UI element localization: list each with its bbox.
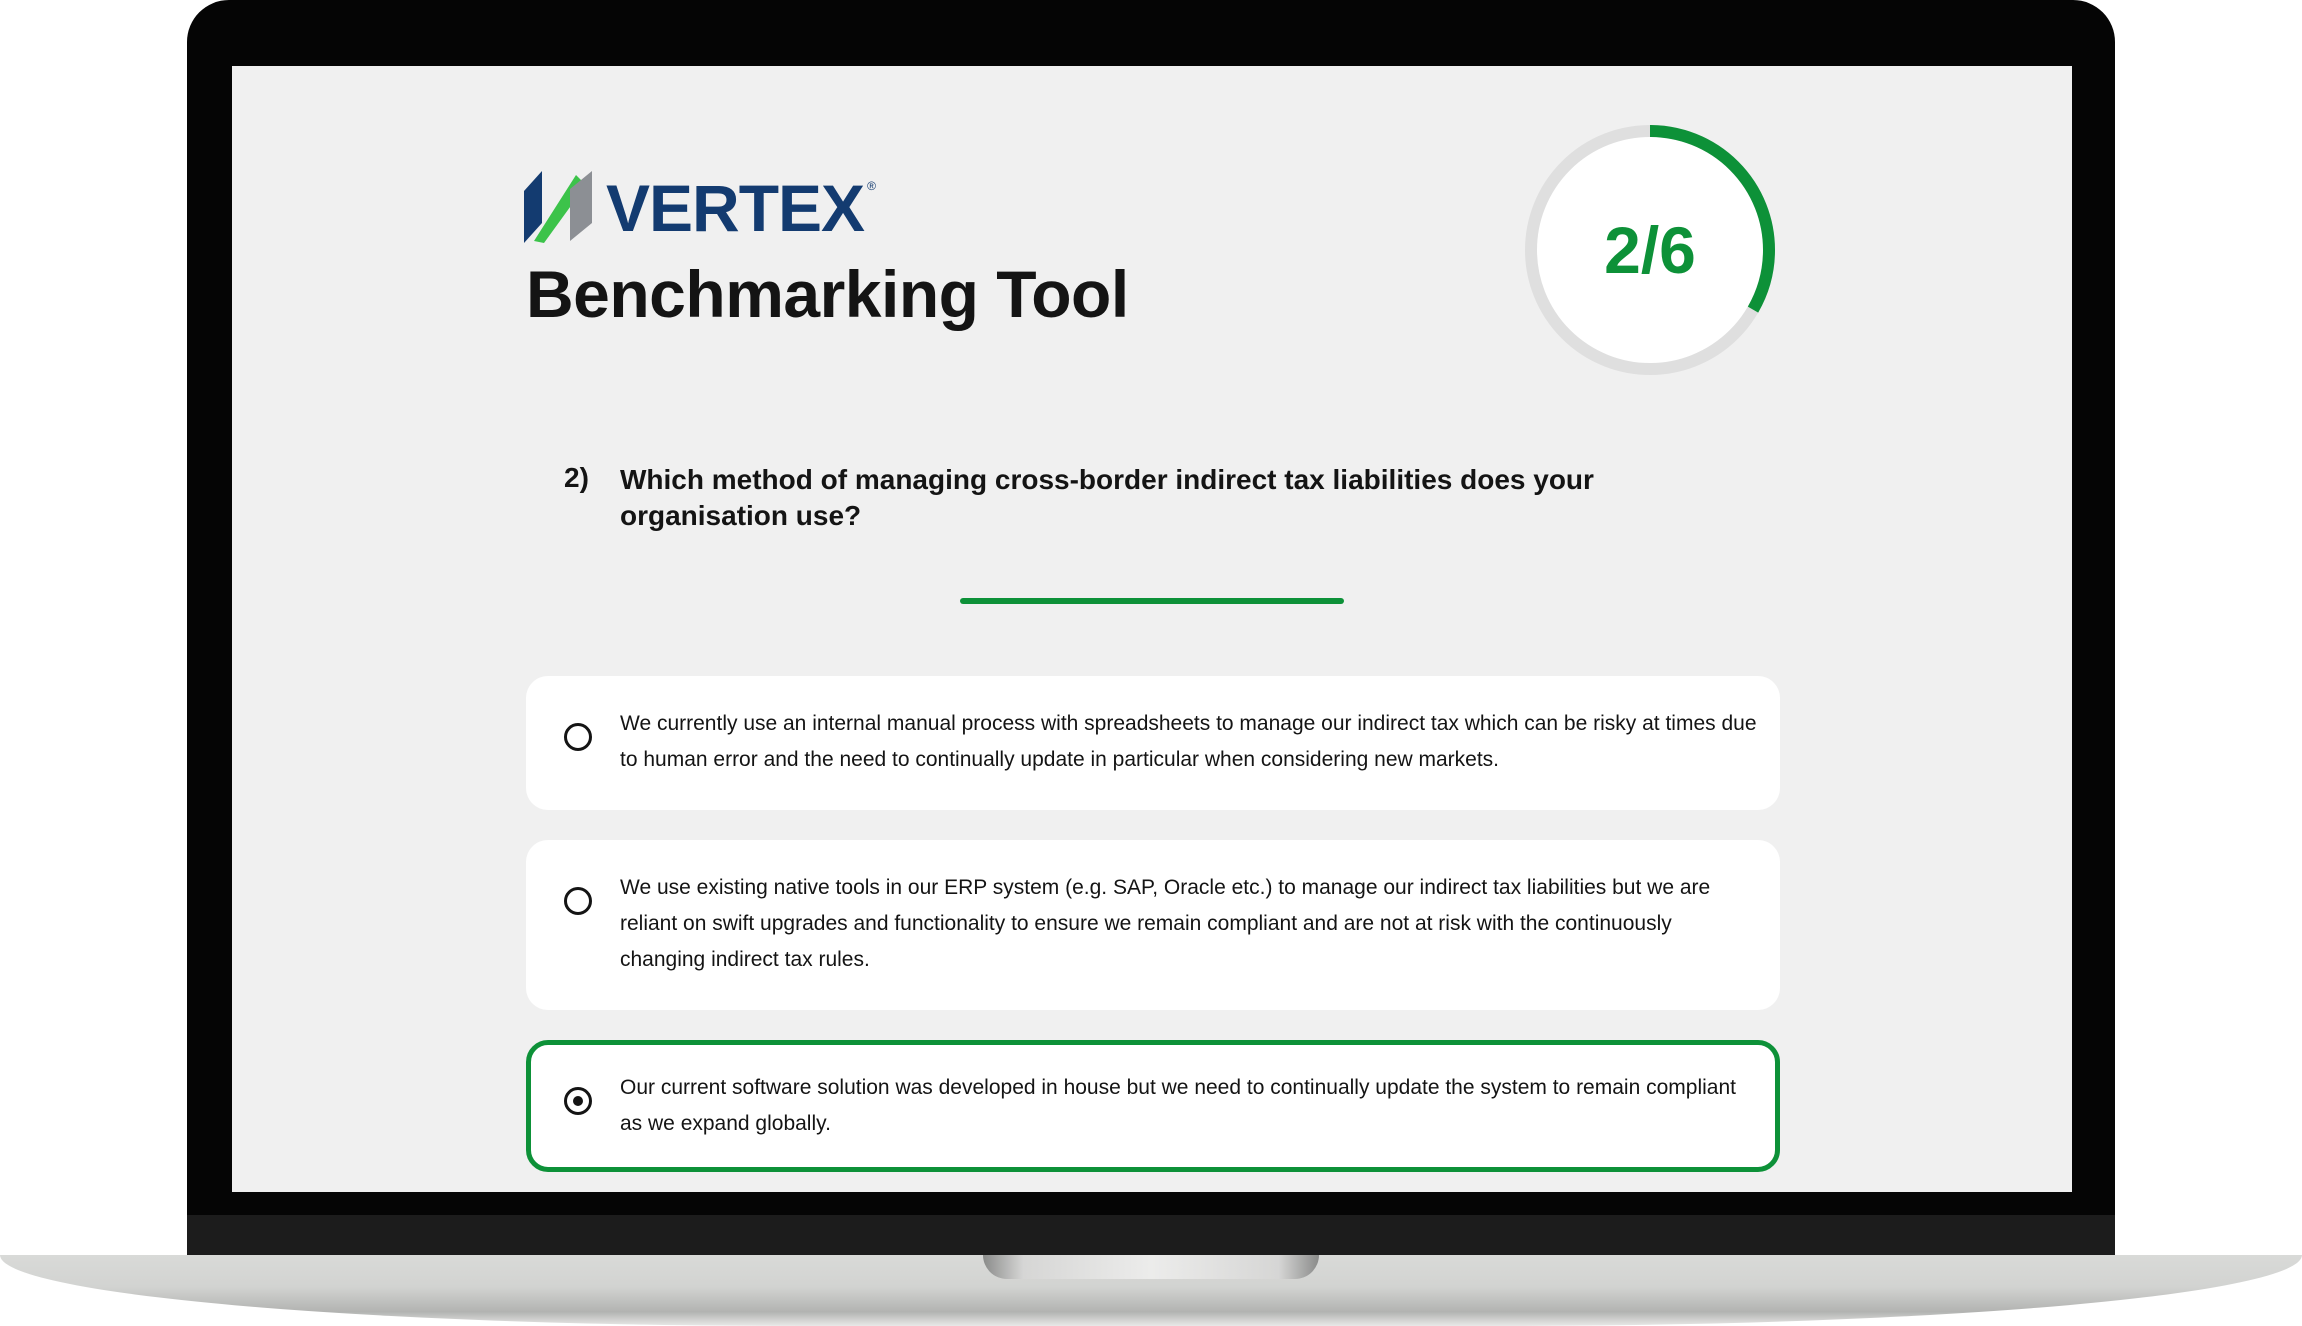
vertex-logo: VERTEX ®	[524, 171, 876, 243]
laptop-chin	[187, 1215, 2115, 1260]
brand-name: VERTEX	[606, 171, 865, 245]
app-screen: VERTEX ® Benchmarking Tool 2/6 2) Which …	[232, 66, 2072, 1192]
answer-option-text: We currently use an internal manual proc…	[620, 712, 1757, 771]
answer-option-text: We use existing native tools in our ERP …	[620, 876, 1711, 971]
page-title: Benchmarking Tool	[526, 257, 1129, 331]
question-text: Which method of managing cross-border in…	[620, 464, 1594, 531]
answer-option-3[interactable]: Our current software solution was develo…	[526, 1040, 1780, 1172]
answer-option-text: Our current software solution was develo…	[620, 1076, 1736, 1135]
registered-mark: ®	[867, 179, 876, 193]
radio-dot	[573, 1096, 583, 1106]
answer-option-1[interactable]: We currently use an internal manual proc…	[526, 676, 1780, 810]
radio-button[interactable]	[564, 887, 592, 915]
question-divider	[960, 598, 1344, 604]
progress-label: 2/6	[1604, 213, 1696, 287]
answer-option-2[interactable]: We use existing native tools in our ERP …	[526, 840, 1780, 1010]
radio-button-selected[interactable]	[564, 1087, 592, 1115]
laptop-notch	[983, 1255, 1319, 1279]
radio-button[interactable]	[564, 723, 592, 751]
question-number: 2)	[564, 462, 589, 493]
vertex-logo-icon	[524, 171, 592, 243]
